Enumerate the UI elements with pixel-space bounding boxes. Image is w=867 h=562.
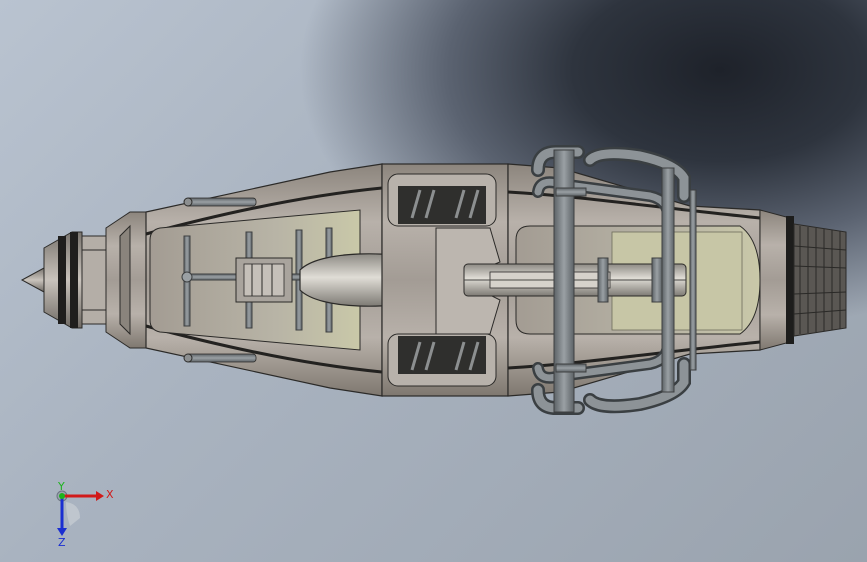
orientation-triad: X Y Z bbox=[56, 480, 114, 548]
y-axis-dot bbox=[59, 493, 65, 499]
nose-spike[interactable] bbox=[20, 231, 107, 329]
exhaust-nozzle[interactable] bbox=[759, 209, 847, 351]
z-axis-arrow bbox=[57, 528, 67, 536]
z-axis-label: Z bbox=[58, 536, 66, 548]
y-axis-label: Y bbox=[57, 480, 65, 493]
3d-graphics-area[interactable]: X Y Z bbox=[0, 0, 867, 562]
x-axis-label: X bbox=[106, 488, 114, 501]
intake-section[interactable] bbox=[105, 211, 147, 349]
gearbox[interactable] bbox=[235, 257, 293, 303]
view-plane-shade bbox=[66, 502, 80, 526]
jet-engine-model[interactable] bbox=[0, 0, 867, 562]
x-axis-arrow bbox=[96, 491, 104, 501]
